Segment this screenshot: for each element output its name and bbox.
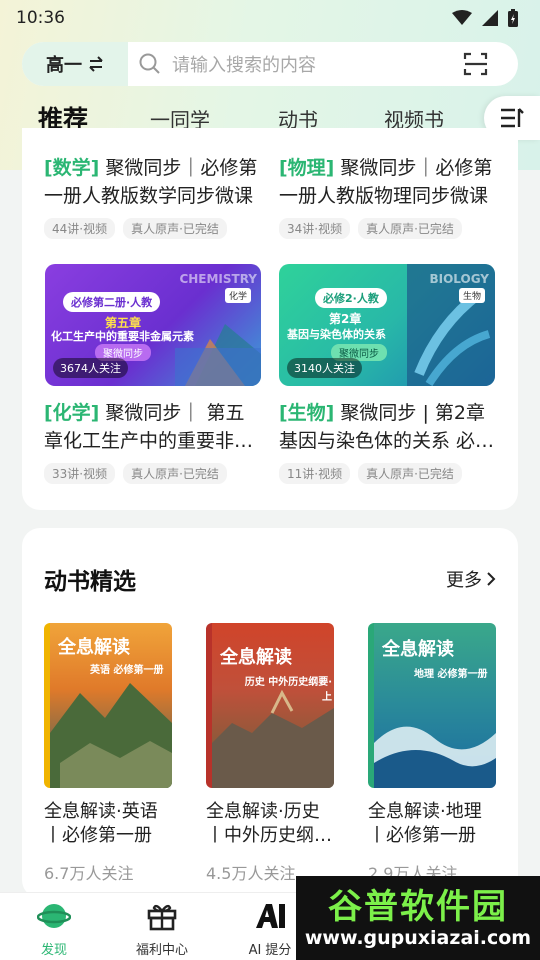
- book-cover: 全息解读 英语 必修第一册: [44, 623, 172, 788]
- planet-icon: [36, 904, 72, 928]
- course-title: [物理] 聚微同步｜必修第一册人教版物理同步微课: [279, 157, 493, 207]
- watermark-name: 谷普软件园: [328, 887, 508, 927]
- grade-selector[interactable]: 高一: [22, 42, 128, 86]
- dynamic-books-section: 动书精选 更多 全息解读 英语 必修第一册 全息解读·英语丨必修第一册 6.7万…: [22, 528, 518, 898]
- course-item[interactable]: [物理] 聚微同步｜必修第一册人教版物理同步微课 34讲·视频 真人原声·已完结: [279, 154, 497, 239]
- thumb-chapter: 第2章: [329, 312, 362, 326]
- search-input[interactable]: 请输入搜索的内容: [172, 51, 462, 77]
- battery-icon: [508, 9, 518, 27]
- book-followers: 6.7万人关注: [44, 864, 134, 883]
- status-time: 10:36: [16, 8, 65, 28]
- chemistry-thumbnail[interactable]: 必修第二册·人教 CHEMISTRY 化学 第五章 化工生产中的重要非金属元素 …: [45, 264, 261, 386]
- chevron-right-icon: [487, 572, 496, 586]
- book-cover: 全息解读 历史 中外历史纲要·上: [206, 623, 334, 788]
- thumb-headline: 基因与染色体的关系: [287, 328, 386, 341]
- lesson-count: 11讲·视频: [279, 463, 351, 484]
- course-item[interactable]: [化学] 聚微同步｜ 第五章化工生产中的重要非金属元素 33讲·视频 真人原声·…: [44, 399, 262, 484]
- voice-status: 真人原声·已完结: [358, 463, 462, 484]
- voice-status: 真人原声·已完结: [123, 218, 227, 239]
- book-item[interactable]: 全息解读 历史 中外历史纲要·上 全息解读·历史丨中外历史纲要·上 4.5万人关…: [206, 623, 334, 884]
- thumb-headline: 化工生产中的重要非金属元素: [51, 330, 194, 343]
- watermark-url: www.gupuxiazai.com: [304, 927, 532, 949]
- course-item[interactable]: [生物] 聚微同步 | 第2章基因与染色体的关系 必修2 11讲·视频 真人原声…: [279, 399, 497, 484]
- site-watermark: 谷普软件园 www.gupuxiazai.com: [296, 876, 540, 960]
- ai-icon: [256, 904, 285, 928]
- thumb-tag: 必修第二册·人教: [63, 292, 161, 312]
- lesson-count: 33讲·视频: [44, 463, 116, 484]
- book-item[interactable]: 全息解读 地理 必修第一册 全息解读·地理丨必修第一册 2.9万人关注: [368, 623, 496, 884]
- book-title: 全息解读·历史丨中外历史纲要·上: [206, 801, 332, 846]
- wifi-icon: [452, 10, 472, 25]
- cover-subtitle: 地理 必修第一册: [414, 669, 488, 680]
- cover-title: 全息解读: [382, 639, 454, 660]
- thumb-tag: 必修2·人教: [315, 288, 387, 308]
- thumb-subject-label: 化学: [224, 288, 251, 303]
- course-title: [数学] 聚微同步｜必修第一册人教版数学同步微课: [44, 157, 258, 207]
- cover-title: 全息解读: [58, 637, 130, 658]
- follower-badge: 3674人关注: [53, 358, 128, 378]
- book-item[interactable]: 全息解读 英语 必修第一册 全息解读·英语丨必修第一册 6.7万人关注: [44, 623, 172, 884]
- gift-icon: [147, 904, 177, 931]
- course-card: [数学] 聚微同步｜必修第一册人教版数学同步微课 44讲·视频 真人原声·已完结…: [22, 128, 518, 510]
- menu-list-icon: [501, 108, 524, 128]
- swap-icon: [89, 56, 103, 72]
- book-title: 全息解读·英语丨必修第一册: [44, 801, 158, 846]
- grade-label: 高一: [46, 55, 82, 76]
- cover-title: 全息解读: [220, 647, 292, 668]
- lesson-count: 44讲·视频: [44, 218, 116, 239]
- more-link[interactable]: 更多: [446, 566, 496, 592]
- search-bar: 高一 请输入搜索的内容: [22, 42, 518, 86]
- biology-thumbnail[interactable]: 必修2·人教 BIOLOGY 生物 第2章 基因与染色体的关系 聚微同步 314…: [279, 264, 495, 386]
- course-title: [生物] 聚微同步 | 第2章基因与染色体的关系 必修2: [279, 402, 495, 452]
- thumb-watermark: BIOLOGY: [429, 272, 489, 286]
- course-meta: 11讲·视频 真人原声·已完结: [279, 463, 497, 484]
- thumb-subject-label: 生物: [458, 288, 485, 303]
- status-icons: [452, 9, 518, 27]
- nav-label: 福利中心: [135, 943, 188, 958]
- course-meta: 33讲·视频 真人原声·已完结: [44, 463, 262, 484]
- thumb-watermark: CHEMISTRY: [179, 272, 257, 286]
- search-icon: [139, 53, 160, 74]
- follower-badge: 3140人关注: [287, 358, 362, 378]
- lesson-count: 34讲·视频: [279, 218, 351, 239]
- nav-label: 发现: [40, 943, 67, 958]
- signal-icon: [482, 10, 498, 26]
- book-cover: 全息解读 地理 必修第一册: [368, 623, 496, 788]
- voice-status: 真人原声·已完结: [358, 218, 462, 239]
- course-item[interactable]: [数学] 聚微同步｜必修第一册人教版数学同步微课 44讲·视频 真人原声·已完结: [44, 154, 262, 239]
- nav-welfare-center[interactable]: 福利中心: [122, 901, 202, 958]
- section-title: 动书精选: [44, 569, 136, 595]
- cover-subtitle: 英语 必修第一册: [90, 665, 164, 676]
- nav-discover[interactable]: 发现: [14, 901, 94, 958]
- cover-subtitle: 历史 中外历史纲要·上: [244, 677, 332, 703]
- voice-status: 真人原声·已完结: [123, 463, 227, 484]
- more-label: 更多: [446, 570, 482, 591]
- book-title: 全息解读·地理丨必修第一册: [368, 801, 482, 846]
- scan-icon[interactable]: [462, 50, 490, 78]
- status-bar: 10:36: [0, 0, 540, 36]
- course-title: [化学] 聚微同步｜ 第五章化工生产中的重要非金属元素: [44, 402, 254, 452]
- course-meta: 44讲·视频 真人原声·已完结: [44, 218, 262, 239]
- course-meta: 34讲·视频 真人原声·已完结: [279, 218, 497, 239]
